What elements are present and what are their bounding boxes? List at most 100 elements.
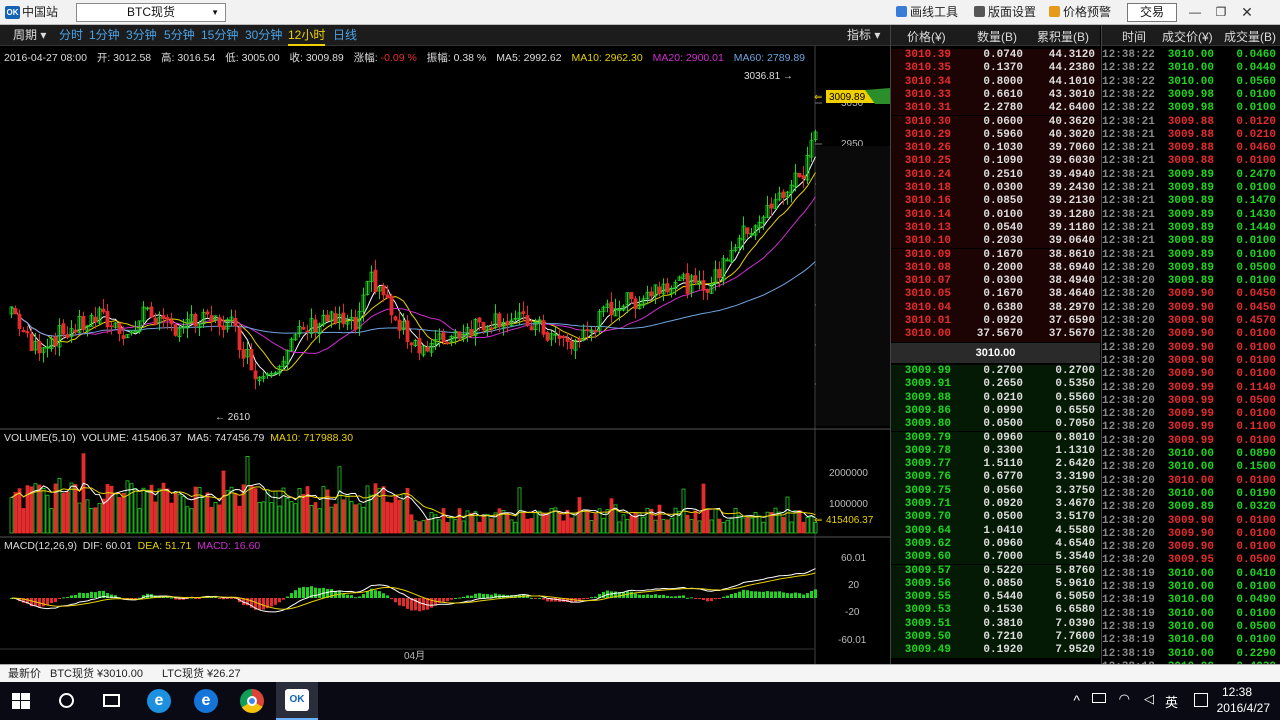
ime-indicator[interactable]: 英 [1165, 692, 1178, 711]
kline-chart[interactable]: 3050 2950 2900 2850 2800 2750 2700 2650 … [0, 46, 890, 664]
period-tab-30min[interactable]: 30分钟 [245, 25, 282, 46]
ask-row[interactable]: 3010.26 0.1030 39.7060 [891, 142, 1100, 156]
trade-button[interactable]: 交易 [1127, 3, 1177, 22]
ask-row[interactable]: 3010.16 0.0850 39.2130 [891, 195, 1100, 209]
trade-row[interactable]: 12:38:20 3009.90 0.0100 [1102, 528, 1280, 541]
ask-row[interactable]: 3010.07 0.0300 38.4940 [891, 275, 1100, 289]
trade-row[interactable]: 12:38:20 3009.89 0.0500 [1102, 262, 1280, 275]
trade-row[interactable]: 12:38:20 3009.90 0.4570 [1102, 315, 1280, 328]
instrument-select[interactable]: BTC现货 ▼ [76, 3, 226, 22]
price-alert-button[interactable]: 价格预警 [1049, 0, 1111, 25]
windows-icon[interactable] [12, 693, 30, 709]
bid-row[interactable]: 3009.99 0.2700 0.2700 [891, 365, 1100, 379]
bid-row[interactable]: 3009.70 0.0500 3.5170 [891, 511, 1100, 525]
ask-row[interactable]: 3010.24 0.2510 39.4940 [891, 168, 1100, 182]
trade-row[interactable]: 12:38:19 3010.00 0.0100 [1102, 581, 1280, 594]
bid-row[interactable]: 3009.80 0.0500 0.7050 [891, 418, 1100, 432]
period-tab-15min[interactable]: 15分钟 [201, 25, 238, 46]
ask-row[interactable]: 3010.31 2.2780 42.6400 [891, 102, 1100, 116]
task-view-icon[interactable] [103, 694, 120, 707]
trade-row[interactable]: 12:38:21 3009.89 0.0100 [1102, 249, 1280, 262]
status-btc-price[interactable]: BTC现货 ¥3010.00 [50, 665, 143, 683]
trade-row[interactable]: 12:38:19 3010.00 0.0100 [1102, 608, 1280, 621]
chevron-up-icon[interactable]: ^ [1073, 692, 1080, 708]
ask-row[interactable]: 3010.33 0.6610 43.3010 [891, 88, 1100, 103]
trade-row[interactable]: 12:38:21 3009.88 0.0460 [1102, 142, 1280, 155]
trade-row[interactable]: 12:38:20 3009.90 0.0450 [1102, 302, 1280, 315]
trade-row[interactable]: 12:38:20 3009.90 0.0100 [1102, 328, 1280, 341]
bid-row[interactable]: 3009.50 0.7210 7.7600 [891, 631, 1100, 645]
edge-icon[interactable]: e [194, 689, 218, 713]
bid-row[interactable]: 3009.53 0.1530 6.6580 [891, 604, 1100, 618]
period-tab-3min[interactable]: 3分钟 [126, 25, 157, 46]
trade-row[interactable]: 12:38:19 3010.00 0.0100 [1102, 634, 1280, 647]
trade-row[interactable]: 12:38:20 3010.00 0.0100 [1102, 475, 1280, 488]
trade-row[interactable]: 12:38:20 3009.99 0.1100 [1102, 421, 1280, 434]
bid-row[interactable]: 3009.77 1.5110 2.6420 [891, 458, 1100, 472]
volume-icon[interactable]: ◁ [1144, 691, 1154, 707]
trade-row[interactable]: 12:38:21 3009.88 0.0210 [1102, 129, 1280, 142]
ask-row[interactable]: 3010.35 0.1370 44.2380 [891, 62, 1100, 76]
trade-row[interactable]: 12:38:20 3009.90 0.0100 [1102, 515, 1280, 528]
trade-row[interactable]: 12:38:21 3009.89 0.1440 [1102, 222, 1280, 235]
period-menu[interactable]: 周期 ▾ [13, 25, 46, 46]
trade-row[interactable]: 12:38:22 3010.00 0.0440 [1102, 62, 1280, 75]
trade-row[interactable]: 12:38:20 3009.90 0.0100 [1102, 541, 1280, 554]
trade-row[interactable]: 12:38:20 3009.90 0.0100 [1102, 355, 1280, 368]
trade-row[interactable]: 12:38:21 3009.89 0.1430 [1102, 209, 1280, 222]
ask-row[interactable]: 3010.04 0.6380 38.2970 [891, 301, 1100, 315]
trade-row[interactable]: 12:38:21 3009.89 0.2470 [1102, 169, 1280, 182]
trade-row[interactable]: 12:38:22 3010.00 0.0460 [1102, 49, 1280, 62]
bid-row[interactable]: 3009.78 0.3300 1.1310 [891, 444, 1100, 459]
trade-row[interactable]: 12:38:20 3009.99 0.1140 [1102, 382, 1280, 395]
trade-row[interactable]: 12:38:22 3009.98 0.0100 [1102, 89, 1280, 102]
trade-row[interactable]: 12:38:19 3010.00 0.2290 [1102, 648, 1280, 661]
chrome-icon[interactable] [240, 689, 264, 713]
network-icon[interactable]: ◠ [1119, 691, 1130, 707]
layout-settings-button[interactable]: 版面设置 [974, 0, 1036, 25]
ask-row[interactable]: 3010.39 0.0740 44.3120 [891, 49, 1100, 63]
bid-row[interactable]: 3009.76 0.6770 3.3190 [891, 471, 1100, 485]
status-ltc-price[interactable]: LTC现货 ¥26.27 [162, 665, 241, 683]
trade-row[interactable]: 12:38:19 3010.00 0.0490 [1102, 594, 1280, 607]
trade-row[interactable]: 12:38:21 3009.88 0.0120 [1102, 116, 1280, 129]
trade-row[interactable]: 12:38:21 3009.89 0.0100 [1102, 182, 1280, 195]
ask-row[interactable]: 3010.08 0.2000 38.6940 [891, 261, 1100, 276]
bid-row[interactable]: 3009.56 0.0850 5.9610 [891, 577, 1100, 592]
ask-row[interactable]: 3010.01 0.0920 37.6590 [891, 315, 1100, 329]
trade-row[interactable]: 12:38:20 3009.99 0.0500 [1102, 395, 1280, 408]
trade-row[interactable]: 12:38:20 3009.99 0.0100 [1102, 435, 1280, 448]
ask-row[interactable]: 3010.13 0.0540 39.1180 [891, 221, 1100, 236]
bid-row[interactable]: 3009.71 0.0920 3.4670 [891, 498, 1100, 512]
ask-row[interactable]: 3010.10 0.2030 39.0640 [891, 235, 1100, 249]
drawing-tools-button[interactable]: 画线工具 [896, 0, 958, 25]
minimize-icon[interactable]: — [1184, 3, 1206, 21]
clock-time[interactable]: 12:38 [1212, 685, 1262, 699]
indicator-menu[interactable]: 指标 ▾ [847, 25, 880, 46]
restore-icon[interactable]: ❐ [1210, 3, 1232, 21]
trade-row[interactable]: 12:38:20 3009.90 0.0450 [1102, 288, 1280, 301]
battery-icon[interactable] [1092, 693, 1106, 703]
bid-row[interactable]: 3009.55 0.5440 6.5050 [891, 591, 1100, 605]
trade-row[interactable]: 12:38:19 3010.00 0.0410 [1102, 568, 1280, 581]
trade-row[interactable]: 12:38:20 3009.89 0.0100 [1102, 275, 1280, 288]
trade-row[interactable]: 12:38:19 3010.00 0.0500 [1102, 621, 1280, 634]
ask-row[interactable]: 3010.09 0.1670 38.8610 [891, 248, 1100, 262]
ask-row[interactable]: 3010.00 37.5670 37.5670 [891, 328, 1100, 342]
bid-row[interactable]: 3009.49 0.1920 7.9520 [891, 644, 1100, 658]
ask-row[interactable]: 3010.18 0.0300 39.2430 [891, 182, 1100, 196]
trade-row[interactable]: 12:38:20 3009.90 0.0100 [1102, 368, 1280, 381]
ask-row[interactable]: 3010.30 0.0600 40.3620 [891, 115, 1100, 129]
bid-row[interactable]: 3009.79 0.0960 0.8010 [891, 431, 1100, 445]
ask-row[interactable]: 3010.14 0.0100 39.1280 [891, 208, 1100, 222]
period-tab-timeshare[interactable]: 分时 [59, 25, 83, 46]
period-tab-5min[interactable]: 5分钟 [164, 25, 195, 46]
trade-row[interactable]: 12:38:20 3009.99 0.0100 [1102, 408, 1280, 421]
site-label[interactable]: 中国站 [22, 0, 58, 25]
trade-row[interactable]: 12:38:22 3009.98 0.0100 [1102, 102, 1280, 115]
close-icon[interactable]: ✕ [1236, 3, 1258, 21]
bid-row[interactable]: 3009.60 0.7000 5.3540 [891, 551, 1100, 565]
trade-row[interactable]: 12:38:20 3010.00 0.1500 [1102, 461, 1280, 474]
clock-date[interactable]: 2016/4/27 [1200, 701, 1270, 715]
ask-row[interactable]: 3010.05 0.1670 38.4640 [891, 288, 1100, 302]
